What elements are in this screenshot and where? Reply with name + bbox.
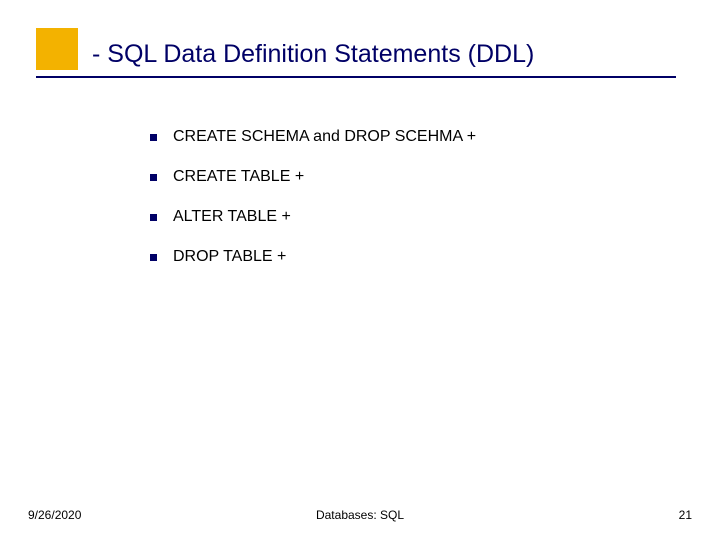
square-bullet-icon xyxy=(150,174,157,181)
list-item: CREATE SCHEMA and DROP SCEHMA + xyxy=(150,128,660,146)
slide: - SQL Data Definition Statements (DDL) C… xyxy=(0,0,720,540)
list-item-text: ALTER TABLE + xyxy=(173,208,291,226)
square-bullet-icon xyxy=(150,134,157,141)
slide-title: - SQL Data Definition Statements (DDL) xyxy=(92,40,534,69)
square-bullet-icon xyxy=(150,254,157,261)
list-item: ALTER TABLE + xyxy=(150,208,660,226)
list-item: DROP TABLE + xyxy=(150,248,660,266)
list-item-text: CREATE TABLE + xyxy=(173,168,304,186)
footer-center: Databases: SQL xyxy=(0,508,720,522)
bullet-list: CREATE SCHEMA and DROP SCEHMA + CREATE T… xyxy=(150,128,660,288)
footer-page-number: 21 xyxy=(679,508,692,522)
title-underline xyxy=(36,76,676,78)
list-item: CREATE TABLE + xyxy=(150,168,660,186)
square-bullet-icon xyxy=(150,214,157,221)
list-item-text: CREATE SCHEMA and DROP SCEHMA + xyxy=(173,128,476,146)
accent-square-icon xyxy=(36,28,78,70)
list-item-text: DROP TABLE + xyxy=(173,248,286,266)
